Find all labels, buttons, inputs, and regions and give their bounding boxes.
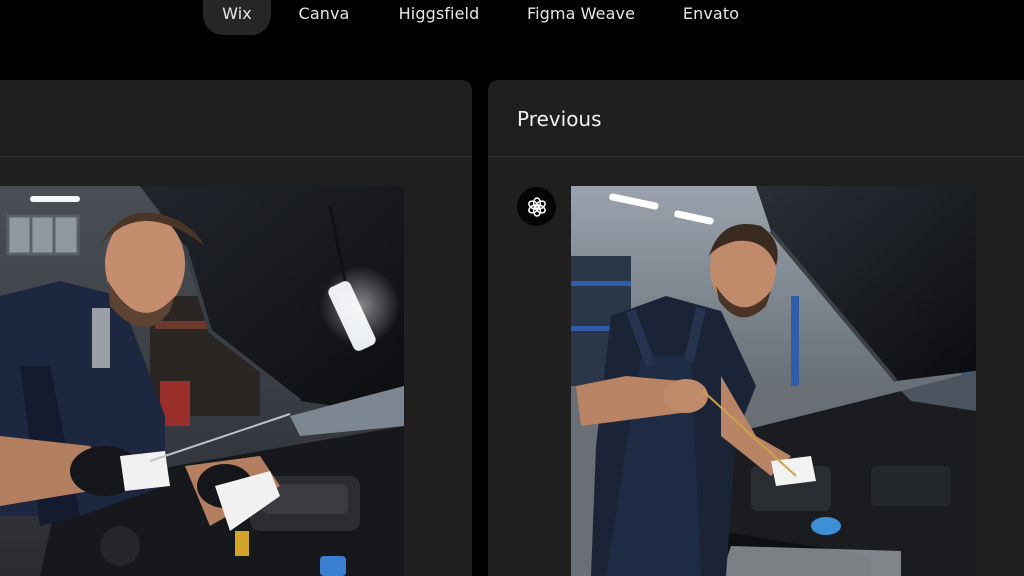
tab-envato[interactable]: Envato <box>677 0 745 35</box>
tool-tab-bar: Wix Canva Higgsfield Figma Weave Envato <box>0 0 1024 60</box>
tab-higgsfield[interactable]: Higgsfield <box>392 0 486 35</box>
generated-image-previous[interactable] <box>571 186 976 576</box>
current-panel-header <box>0 80 472 157</box>
tab-wix[interactable]: Wix <box>203 0 271 35</box>
tab-figma-weave[interactable]: Figma Weave <box>521 0 641 35</box>
openai-logo-icon <box>517 187 556 226</box>
previous-panel-title: Previous <box>517 107 602 131</box>
generated-image-current[interactable] <box>0 186 404 576</box>
previous-panel-header: Previous <box>488 80 1024 157</box>
tab-canva[interactable]: Canva <box>293 0 355 35</box>
